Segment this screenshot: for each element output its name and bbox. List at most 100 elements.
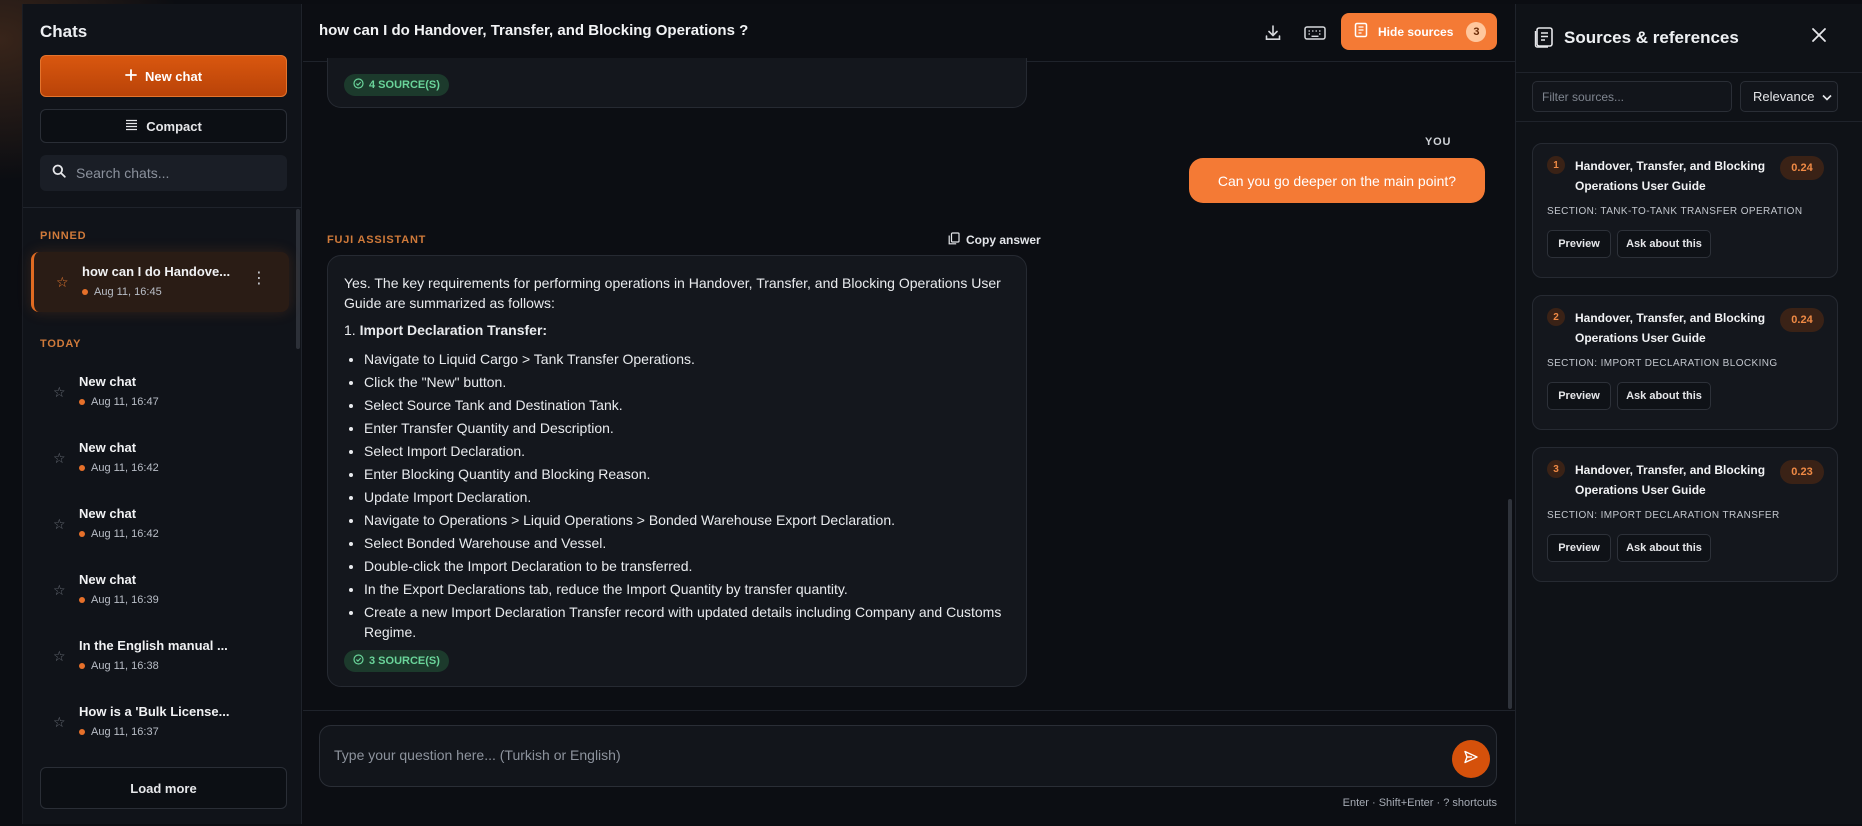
source-number: 2 bbox=[1547, 308, 1565, 326]
chat-item[interactable]: ☆ New chat Aug 11, 16:47 bbox=[31, 362, 289, 422]
list-item: Select Source Tank and Destination Tank. bbox=[364, 395, 1014, 415]
compact-label: Compact bbox=[146, 118, 202, 134]
star-icon[interactable]: ☆ bbox=[53, 384, 66, 401]
chat-item-title: New chat bbox=[79, 506, 137, 521]
star-icon[interactable]: ☆ bbox=[53, 450, 66, 467]
sort-select[interactable]: Relevance bbox=[1740, 81, 1838, 112]
keyboard-icon[interactable] bbox=[1303, 21, 1327, 45]
preview-button[interactable]: Preview bbox=[1547, 230, 1611, 258]
source-title: Handover, Transfer, and Blocking Operati… bbox=[1575, 159, 1766, 193]
status-dot bbox=[79, 531, 85, 537]
previous-sources-label: 4 SOURCE(S) bbox=[369, 79, 440, 91]
chat-item-date-text: Aug 11, 16:37 bbox=[91, 726, 159, 738]
chat-item-date-text: Aug 11, 16:42 bbox=[91, 462, 159, 474]
source-section: SECTION: IMPORT DECLARATION TRANSFER bbox=[1547, 510, 1780, 521]
source-card[interactable]: 2 Handover, Transfer, and Blocking Opera… bbox=[1532, 295, 1838, 430]
new-chat-button[interactable]: New chat bbox=[40, 55, 287, 97]
send-button[interactable] bbox=[1452, 740, 1490, 778]
answer-steps-list: Navigate to Liquid Cargo > Tank Transfer… bbox=[364, 349, 1014, 645]
hide-sources-button[interactable]: Hide sources 3 bbox=[1341, 13, 1497, 50]
plus-icon bbox=[125, 68, 137, 84]
source-title: Handover, Transfer, and Blocking Operati… bbox=[1575, 311, 1766, 345]
answer-sources-pill[interactable]: 3 SOURCE(S) bbox=[344, 650, 449, 672]
chat-item-title: In the English manual ... bbox=[79, 638, 228, 653]
composer: Enter · Shift+Enter · ? shortcuts bbox=[303, 710, 1515, 824]
search-box bbox=[40, 155, 287, 191]
star-icon[interactable]: ☆ bbox=[53, 648, 66, 665]
relevance-score-badge: 0.24 bbox=[1780, 156, 1824, 180]
preview-button[interactable]: Preview bbox=[1547, 534, 1611, 562]
pinned-section-label: PINNED bbox=[40, 230, 87, 242]
copy-answer-button[interactable]: Copy answer bbox=[948, 232, 1041, 248]
filter-sources-box bbox=[1532, 81, 1732, 112]
chat-title: how can I do Handover, Transfer, and Blo… bbox=[319, 22, 749, 39]
list-item: Select Bonded Warehouse and Vessel. bbox=[364, 533, 1014, 553]
close-icon[interactable] bbox=[1810, 26, 1828, 49]
today-section-label: TODAY bbox=[40, 338, 82, 350]
list-item: Navigate to Operations > Liquid Operatio… bbox=[364, 510, 1014, 530]
star-icon[interactable]: ☆ bbox=[56, 274, 69, 291]
send-icon bbox=[1463, 749, 1479, 770]
chat-header: how can I do Handover, Transfer, and Blo… bbox=[303, 4, 1515, 62]
previous-sources-pill[interactable]: 4 SOURCE(S) bbox=[344, 74, 449, 96]
filter-sources-input[interactable] bbox=[1542, 89, 1722, 104]
chat-item-date-text: Aug 11, 16:45 bbox=[94, 286, 162, 298]
assistant-label: FUJI ASSISTANT bbox=[327, 234, 427, 246]
chat-item-title: New chat bbox=[79, 374, 137, 389]
ask-about-this-button[interactable]: Ask about this bbox=[1617, 230, 1711, 258]
list-item: Update Import Declaration. bbox=[364, 487, 1014, 507]
status-dot bbox=[79, 399, 85, 405]
sources-header-divider bbox=[1516, 72, 1862, 73]
chat-item[interactable]: ☆ New chat Aug 11, 16:39 bbox=[31, 560, 289, 620]
compact-button[interactable]: Compact bbox=[40, 109, 287, 143]
hide-sources-label: Hide sources bbox=[1378, 24, 1454, 39]
ask-about-this-button[interactable]: Ask about this bbox=[1617, 382, 1711, 410]
chat-item[interactable]: ☆ New chat Aug 11, 16:42 bbox=[31, 428, 289, 488]
source-title: Handover, Transfer, and Blocking Operati… bbox=[1575, 463, 1766, 497]
sidebar-divider bbox=[23, 207, 301, 208]
sources-book-icon bbox=[1534, 26, 1554, 53]
check-circle-icon bbox=[353, 78, 364, 92]
relevance-score-badge: 0.23 bbox=[1780, 460, 1824, 484]
chat-item-date: Aug 11, 16:45 bbox=[82, 286, 162, 298]
load-more-button[interactable]: Load more bbox=[40, 767, 287, 809]
chat-item-date: Aug 11, 16:42 bbox=[79, 528, 159, 540]
chat-item[interactable]: ☆ New chat Aug 11, 16:42 bbox=[31, 494, 289, 554]
chat-item[interactable]: ☆ How is a 'Bulk License... Aug 11, 16:3… bbox=[31, 692, 289, 752]
status-dot bbox=[79, 729, 85, 735]
source-card[interactable]: 3 Handover, Transfer, and Blocking Opera… bbox=[1532, 447, 1838, 582]
user-message: Can you go deeper on the main point? bbox=[1189, 158, 1485, 203]
book-icon bbox=[1353, 22, 1369, 41]
chat-item-date-text: Aug 11, 16:47 bbox=[91, 396, 159, 408]
question-input[interactable] bbox=[334, 747, 1434, 763]
more-options-icon[interactable]: ⋮ bbox=[251, 268, 267, 288]
list-icon bbox=[125, 119, 138, 134]
new-chat-label: New chat bbox=[144, 68, 203, 84]
answer-intro: Yes. The key requirements for performing… bbox=[344, 275, 1001, 311]
sidebar: Chats New chat Compact PINNED ☆ how can … bbox=[22, 4, 302, 824]
list-item: Create a new Import Declaration Transfer… bbox=[364, 602, 1014, 642]
sources-panel-title: Sources & references bbox=[1564, 28, 1739, 47]
status-dot bbox=[79, 465, 85, 471]
source-card[interactable]: 1 Handover, Transfer, and Blocking Opera… bbox=[1532, 143, 1838, 278]
status-dot bbox=[79, 663, 85, 669]
chat-item-date-text: Aug 11, 16:42 bbox=[91, 528, 159, 540]
star-icon[interactable]: ☆ bbox=[53, 714, 66, 731]
star-icon[interactable]: ☆ bbox=[53, 516, 66, 533]
assistant-answer-card: Yes. The key requirements for performing… bbox=[327, 255, 1027, 687]
download-icon[interactable] bbox=[1261, 21, 1285, 45]
ask-about-this-button[interactable]: Ask about this bbox=[1617, 534, 1711, 562]
sidebar-scrollbar[interactable] bbox=[296, 209, 300, 349]
chat-item-date: Aug 11, 16:47 bbox=[79, 396, 159, 408]
search-chats-input[interactable] bbox=[76, 165, 266, 181]
star-icon[interactable]: ☆ bbox=[53, 582, 66, 599]
preview-button[interactable]: Preview bbox=[1547, 382, 1611, 410]
chat-item-pinned[interactable]: ☆ how can I do Handove... Aug 11, 16:45 … bbox=[31, 252, 289, 312]
chat-scrollbar[interactable] bbox=[1508, 499, 1512, 709]
chat-item-title: New chat bbox=[79, 440, 137, 455]
source-section: SECTION: IMPORT DECLARATION BLOCKING bbox=[1547, 358, 1778, 369]
search-icon bbox=[52, 164, 66, 183]
source-number: 3 bbox=[1547, 460, 1565, 478]
chat-item-title: How is a 'Bulk License... bbox=[79, 704, 230, 719]
chat-item[interactable]: ☆ In the English manual ... Aug 11, 16:3… bbox=[31, 626, 289, 686]
